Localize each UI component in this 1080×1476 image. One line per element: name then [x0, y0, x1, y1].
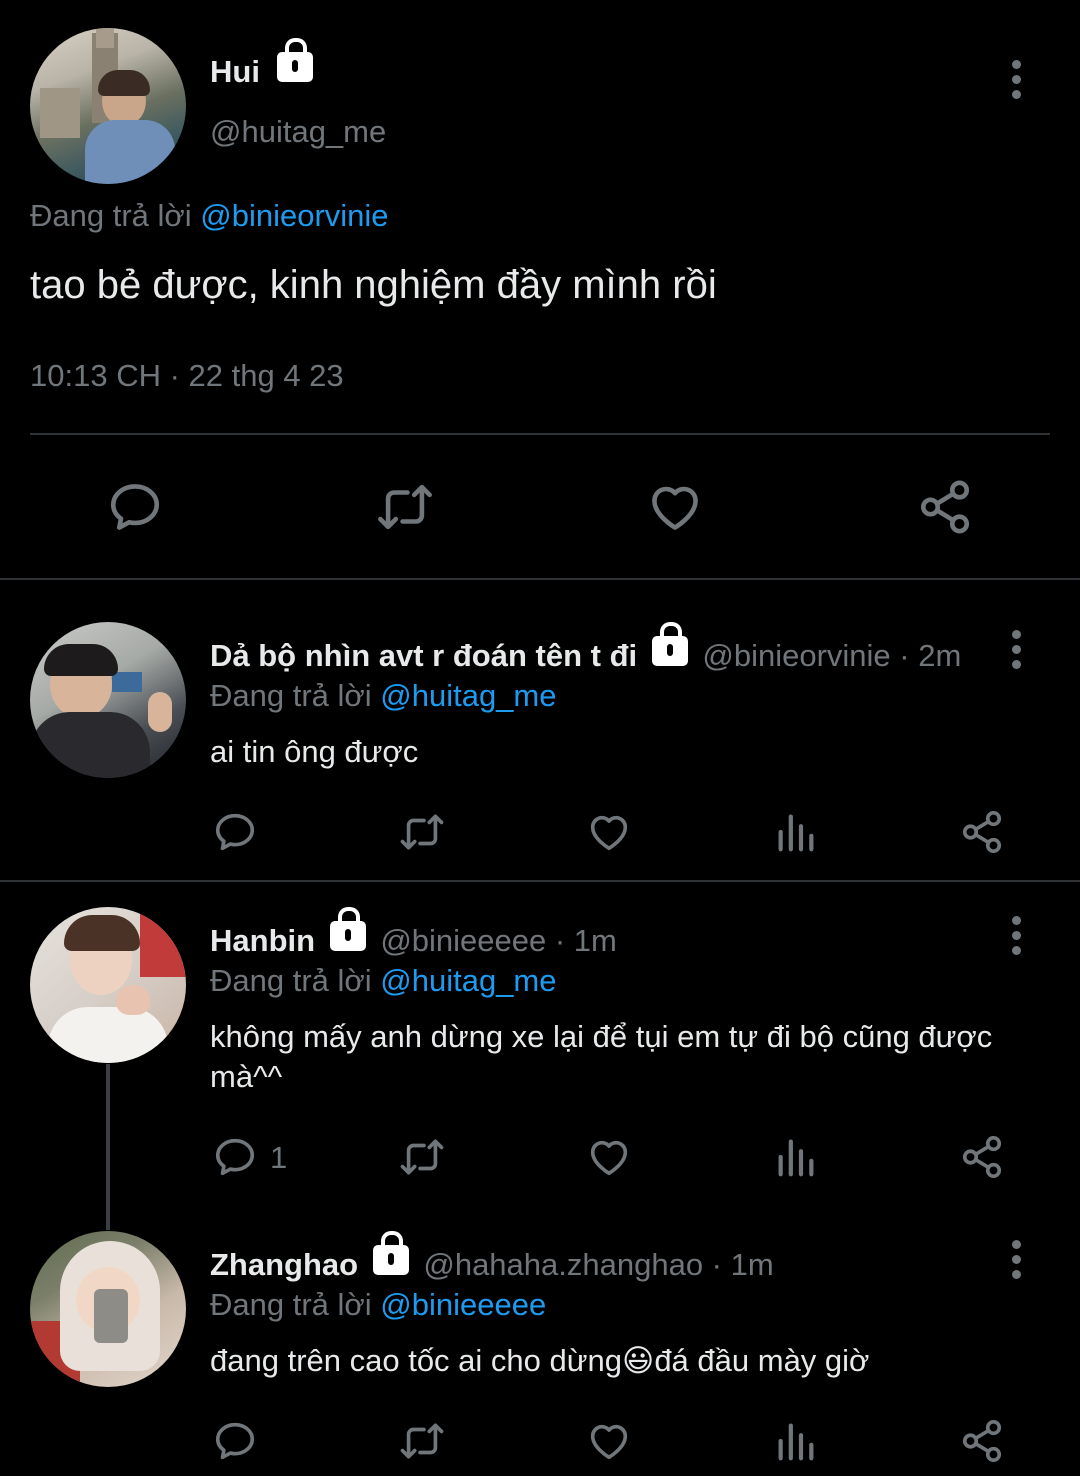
lock-icon	[372, 1231, 409, 1275]
divider	[0, 578, 1080, 580]
reply-text: ai tin ông được	[210, 734, 419, 769]
retweet-icon[interactable]	[398, 809, 446, 855]
reply-author-name[interactable]: Dả bộ nhìn avt r đoán tên t đi	[210, 638, 637, 673]
reply-handle-time[interactable]: @binieeeee · 1m	[380, 923, 617, 958]
reply-icon[interactable]	[106, 478, 164, 536]
views-icon[interactable]	[773, 809, 819, 855]
reply-count: 1	[270, 1140, 288, 1175]
like-icon[interactable]	[585, 809, 633, 855]
avatar-hanbin[interactable]	[30, 907, 186, 1063]
views-icon[interactable]	[773, 1418, 819, 1464]
reply-text: không mấy anh dừng xe lại để tụi em tự đ…	[210, 1019, 993, 1094]
reply-context: Đang trả lời @huitag_me	[210, 676, 557, 716]
reply-to-link[interactable]: @huitag_me	[380, 963, 556, 998]
more-options-icon[interactable]	[1012, 1240, 1022, 1285]
tweet-text: tao bẻ được, kinh nghiệm đầy mình rồi	[30, 263, 717, 307]
reply-context: Đang trả lời @binieeeee	[210, 1285, 546, 1325]
reply-to-link[interactable]: @binieeeee	[380, 1287, 546, 1322]
avatar-binieorvinie[interactable]	[30, 622, 186, 778]
reply-prefix: Đang trả lời	[210, 1287, 372, 1322]
reply-to-link[interactable]: @binieorvinie	[200, 198, 388, 233]
avatar-hui[interactable]	[30, 28, 186, 184]
share-icon[interactable]	[959, 1134, 1005, 1180]
reply-handle-time[interactable]: @binieorvinie · 2m	[702, 638, 961, 673]
views-icon[interactable]	[773, 1134, 819, 1180]
reply-context: Đang trả lời @huitag_me	[210, 961, 557, 1001]
reply-author-row: Hanbin @binieeeee · 1m	[210, 907, 617, 961]
reply-context: Đang trả lời @binieorvinie	[30, 196, 389, 236]
reply-icon[interactable]	[212, 809, 258, 855]
reply-author-name[interactable]: Hanbin	[210, 923, 315, 958]
reply-prefix: Đang trả lời	[210, 963, 372, 998]
share-icon[interactable]	[916, 478, 974, 536]
reply-icon[interactable]	[212, 1418, 258, 1464]
lock-icon	[329, 907, 366, 951]
more-options-icon[interactable]	[1012, 916, 1022, 961]
reply-author-name[interactable]: Zhanghao	[210, 1247, 358, 1282]
retweet-icon[interactable]	[398, 1418, 446, 1464]
reply-author-row: Dả bộ nhìn avt r đoán tên t đi @binieorv…	[210, 622, 961, 676]
more-options-icon[interactable]	[1012, 60, 1022, 105]
avatar-zhanghao[interactable]	[30, 1231, 186, 1387]
reply-to-link[interactable]: @huitag_me	[380, 678, 556, 713]
more-options-icon[interactable]	[1012, 630, 1022, 675]
divider	[0, 880, 1080, 882]
lock-icon	[651, 622, 688, 666]
smiley-emoji: 😃	[621, 1343, 655, 1378]
share-icon[interactable]	[959, 809, 1005, 855]
tweet-timestamp: 10:13 CH · 22 thg 4 23	[30, 358, 344, 393]
reply-text-after: đá đầu mày giờ	[654, 1343, 870, 1378]
reply-text-before: đang trên cao tốc ai cho dừng	[210, 1343, 622, 1378]
reply-prefix: Đang trả lời	[30, 198, 192, 233]
author-handle[interactable]: @huitag_me	[210, 112, 386, 152]
author-row: Hui	[210, 38, 313, 92]
reply-text: đang trên cao tốc ai cho dừng😃đá đầu mày…	[210, 1341, 869, 1381]
thread-line	[106, 1064, 110, 1230]
lock-icon	[276, 38, 313, 82]
retweet-icon[interactable]	[375, 478, 435, 536]
reply-icon[interactable]	[212, 1134, 258, 1180]
author-name[interactable]: Hui	[210, 54, 260, 89]
divider	[30, 433, 1050, 435]
reply-handle-time[interactable]: @hahaha.zhanghao · 1m	[423, 1247, 773, 1282]
like-icon[interactable]	[585, 1418, 633, 1464]
share-icon[interactable]	[959, 1418, 1005, 1464]
reply-prefix: Đang trả lời	[210, 678, 372, 713]
retweet-icon[interactable]	[398, 1134, 446, 1180]
like-icon[interactable]	[585, 1134, 633, 1180]
reply-author-row: Zhanghao @hahaha.zhanghao · 1m	[210, 1231, 774, 1285]
like-icon[interactable]	[645, 478, 705, 536]
